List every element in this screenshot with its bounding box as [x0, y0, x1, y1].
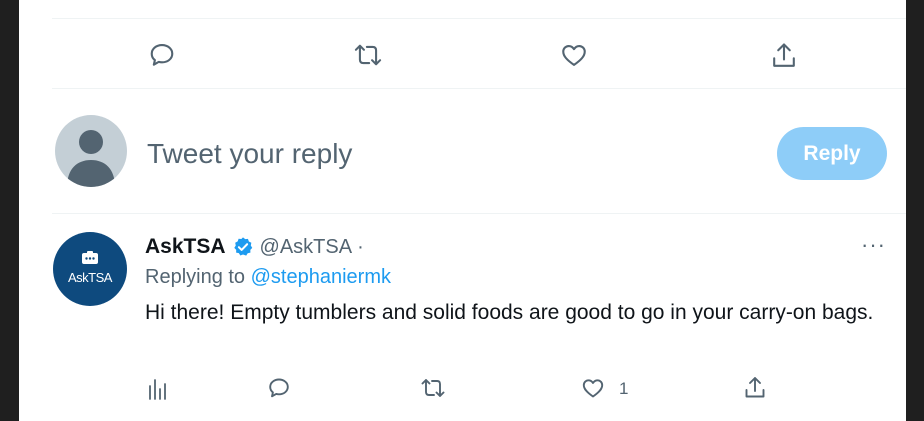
separator-dot: ·: [357, 235, 364, 258]
retweet-icon[interactable]: [420, 376, 446, 400]
like-icon[interactable]: [580, 376, 606, 400]
reply-input[interactable]: [147, 136, 747, 172]
divider: [52, 213, 906, 214]
default-profile-icon: [67, 130, 115, 187]
device-bezel-left: [0, 0, 19, 421]
device-bezel-right: [906, 0, 924, 421]
share-icon[interactable]: [770, 41, 798, 71]
verified-badge-icon: [232, 236, 254, 258]
avatar-logo-text: AskTSA: [68, 270, 112, 285]
like-count: 1: [619, 379, 629, 398]
reply-button[interactable]: Reply: [777, 127, 887, 180]
like-icon[interactable]: [559, 41, 589, 69]
retweet-icon[interactable]: [353, 41, 383, 69]
tweet-thread-screen: Reply AskTSA AskTSA @AskTSA · ··· Replyi…: [19, 0, 906, 421]
reply-icon[interactable]: [267, 376, 291, 400]
author-handle[interactable]: @AskTSA: [260, 236, 353, 259]
reply-icon[interactable]: [148, 41, 176, 69]
analytics-icon[interactable]: [147, 377, 169, 401]
more-options-icon[interactable]: ···: [861, 234, 886, 256]
author-display-name[interactable]: AskTSA: [145, 235, 226, 259]
author-row: AskTSA @AskTSA ·: [145, 233, 364, 261]
replying-to-mention-link[interactable]: @stephaniermk: [251, 266, 391, 288]
replying-to-line: Replying to @stephaniermk: [145, 266, 391, 289]
user-avatar: [55, 115, 127, 187]
chat-bubble-icon: [82, 251, 98, 264]
asktsa-avatar[interactable]: AskTSA: [53, 232, 127, 306]
replying-to-label: Replying to: [145, 266, 246, 288]
divider: [52, 18, 906, 19]
share-icon[interactable]: [743, 375, 767, 401]
divider: [52, 88, 906, 89]
tweet-text: Hi there! Empty tumblers and solid foods…: [145, 301, 874, 324]
